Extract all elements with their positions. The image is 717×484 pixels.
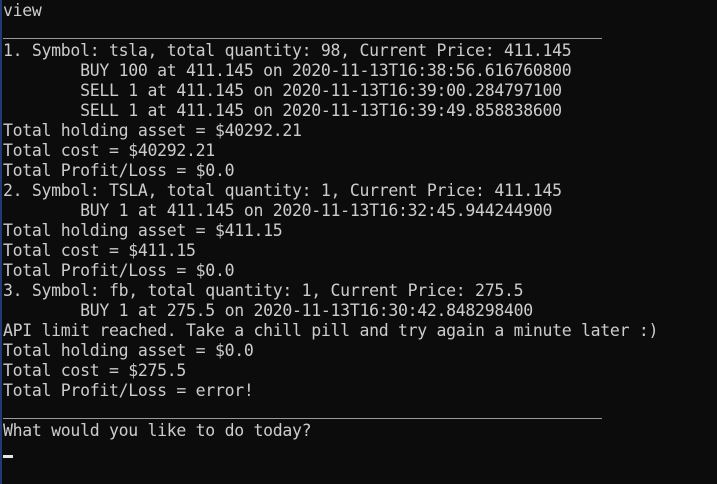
console-line-total-cost: Total cost = $275.5 <box>3 361 187 380</box>
console-line-holding-asset: Total holding asset = $411.15 <box>3 221 283 240</box>
window-border <box>0 0 2 484</box>
console-line-trade: SELL 1 at 411.145 on 2020-11-13T16:39:00… <box>3 81 562 100</box>
console-line-total-cost: Total cost = $411.15 <box>3 241 196 260</box>
console-line-holding-asset: Total holding asset = $0.0 <box>3 341 254 360</box>
separator-top <box>3 38 602 39</box>
console-window[interactable]: view 1. Symbol: tsla, total quantity: 98… <box>0 0 717 484</box>
console-line-trade: BUY 1 at 411.145 on 2020-11-13T16:32:45.… <box>3 201 553 220</box>
console-line-holding-3-header: 3. Symbol: fb, total quantity: 1, Curren… <box>3 281 524 300</box>
console-line-holding-2-header: 2. Symbol: TSLA, total quantity: 1, Curr… <box>3 181 562 200</box>
text-cursor[interactable] <box>3 455 13 458</box>
console-line-trade: SELL 1 at 411.145 on 2020-11-13T16:39:49… <box>3 101 562 120</box>
console-line-total-cost: Total cost = $40292.21 <box>3 141 215 160</box>
console-line-prompt: What would you like to do today? <box>3 421 312 440</box>
console-line-profit-loss: Total Profit/Loss = error! <box>3 381 254 400</box>
separator-bottom <box>3 418 602 419</box>
console-line-command: view <box>3 1 42 20</box>
console-line-holding-asset: Total holding asset = $40292.21 <box>3 121 302 140</box>
console-line-trade: BUY 1 at 275.5 on 2020-11-13T16:30:42.84… <box>3 301 533 320</box>
console-line-profit-loss: Total Profit/Loss = $0.0 <box>3 161 235 180</box>
console-line-api-warning: API limit reached. Take a chill pill and… <box>3 321 659 340</box>
console-line-profit-loss: Total Profit/Loss = $0.0 <box>3 261 235 280</box>
console-line-trade: BUY 100 at 411.145 on 2020-11-13T16:38:5… <box>3 61 572 80</box>
console-line-holding-1-header: 1. Symbol: tsla, total quantity: 98, Cur… <box>3 41 572 60</box>
